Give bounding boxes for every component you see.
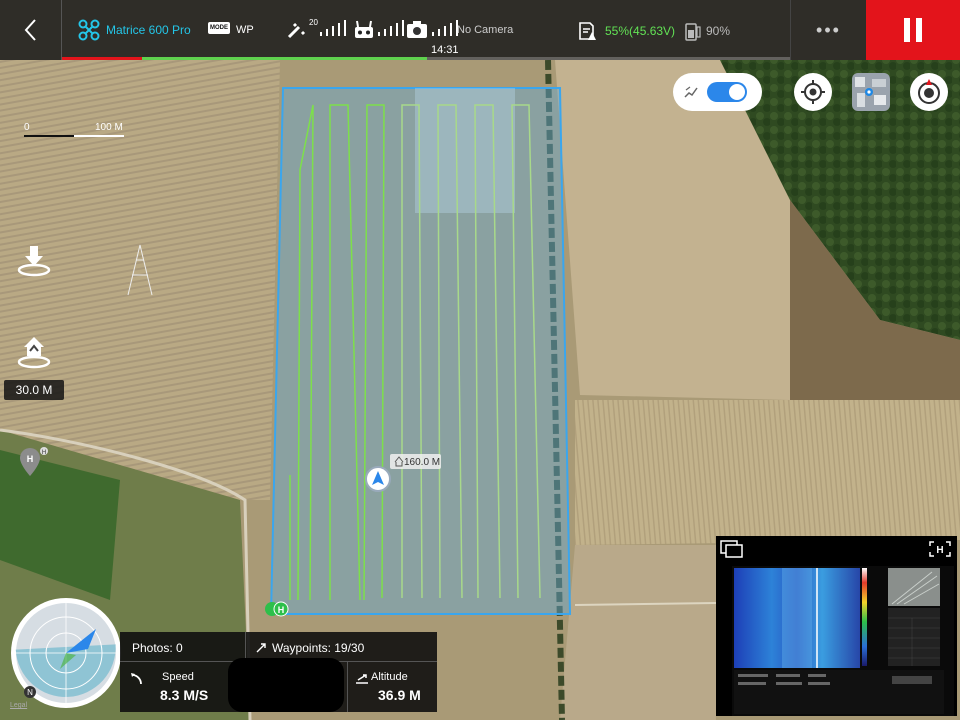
attitude-radar[interactable]: N (10, 597, 123, 710)
drone-icon (78, 19, 100, 41)
waypoint-progress: Waypoints: 19/30 (256, 641, 364, 655)
scale-end: 100 M (95, 122, 123, 133)
legal-link[interactable]: Legal (10, 702, 27, 709)
scale-bar (24, 135, 74, 137)
flight-time: 14:31 (431, 44, 459, 56)
scale-start: 0 (24, 122, 30, 133)
gps-icon[interactable] (286, 20, 308, 40)
scale-bar-half (74, 135, 124, 137)
home-pin-icon[interactable]: H H (17, 445, 51, 479)
pause-mission-button[interactable] (866, 0, 960, 60)
home-point-icon[interactable]: H (265, 601, 289, 617)
flight-mode-value[interactable]: WP (236, 24, 254, 36)
home-pin-label: H (27, 454, 34, 464)
camera-preview[interactable]: H (716, 536, 957, 716)
aircraft-position-icon[interactable] (365, 466, 391, 492)
more-button[interactable]: ••• (790, 0, 866, 60)
home-distance-tag: 160.0 M (390, 454, 441, 469)
home-distance-label: 160.0 M (404, 457, 440, 468)
signal-bars-icon (320, 20, 346, 36)
route-toggle-switch[interactable] (707, 82, 747, 102)
compass-orientation-button[interactable] (910, 73, 948, 111)
route-display-toggle[interactable] (673, 73, 762, 111)
app-screen: H 160.0 M Matrice 600 Pro MODE WP 20 No … (0, 0, 960, 720)
status-bar: Matrice 600 Pro MODE WP 20 No Camera 14:… (0, 0, 960, 60)
takeoff-button[interactable] (14, 240, 54, 280)
altitude-value: 36.9 M (378, 687, 421, 703)
mission-progress-start (62, 57, 142, 60)
flight-mode-badge: MODE (208, 22, 230, 34)
compass-north: N (27, 688, 33, 697)
swap-view-icon[interactable] (720, 540, 744, 558)
return-home-icon (17, 337, 51, 369)
rc-battery-icon (685, 23, 701, 41)
field-bottom (560, 545, 716, 720)
redacted-area (228, 658, 344, 712)
compass-icon (918, 79, 940, 104)
aircraft-battery[interactable]: 55%(45.63V) (577, 21, 675, 41)
signal-bars-icon (432, 20, 458, 36)
speed-label: Speed (162, 671, 194, 683)
photo-count: Photos: 0 (132, 641, 183, 655)
battery-icon (579, 22, 596, 40)
camera-icon[interactable] (406, 21, 428, 39)
rc-battery[interactable]: 90% (684, 21, 730, 41)
home-pin-badge: H (42, 450, 46, 456)
return-home-button[interactable] (14, 332, 54, 372)
back-icon (24, 19, 36, 41)
map-type-icon (852, 73, 890, 111)
fullscreen-icon[interactable]: H (928, 540, 952, 558)
locate-button[interactable] (794, 73, 832, 111)
altitude-icon (356, 674, 368, 684)
camera-status: No Camera (457, 24, 514, 36)
more-icon: ••• (816, 19, 841, 40)
speed-icon (131, 673, 142, 685)
altitude-label: Altitude (371, 671, 408, 683)
cloud-patch (415, 88, 515, 213)
remote-controller-icon[interactable] (353, 20, 375, 40)
divider (347, 662, 348, 712)
waypoint-icon (256, 643, 266, 653)
aircraft-name: Matrice 600 Pro (106, 23, 191, 37)
gps-satellite-count: 20 (309, 18, 318, 27)
signal-bars-icon (378, 20, 404, 36)
aircraft-selector[interactable]: Matrice 600 Pro (78, 18, 191, 42)
thermal-image (732, 566, 954, 716)
speed-value: 8.3 M/S (160, 687, 209, 703)
mission-progress-fill (142, 57, 427, 60)
field-lower-right (575, 400, 960, 545)
locate-icon (801, 80, 825, 104)
battery-value: 55%(45.63V) (605, 24, 676, 38)
waypoint-count: Waypoints: 19/30 (272, 641, 365, 655)
rc-battery-value: 90% (706, 24, 731, 38)
takeoff-altitude-value: 30.0 M (15, 383, 53, 397)
preview-home-label: H (936, 545, 943, 556)
pause-icon (904, 18, 922, 42)
takeoff-icon (17, 246, 51, 277)
back-button[interactable] (0, 0, 62, 60)
home-marker-label: H (278, 605, 285, 615)
route-icon (684, 86, 698, 98)
map-scale: 0 100 M (24, 122, 134, 142)
map-type-button[interactable] (852, 73, 890, 111)
takeoff-altitude: 30.0 M (4, 380, 64, 400)
